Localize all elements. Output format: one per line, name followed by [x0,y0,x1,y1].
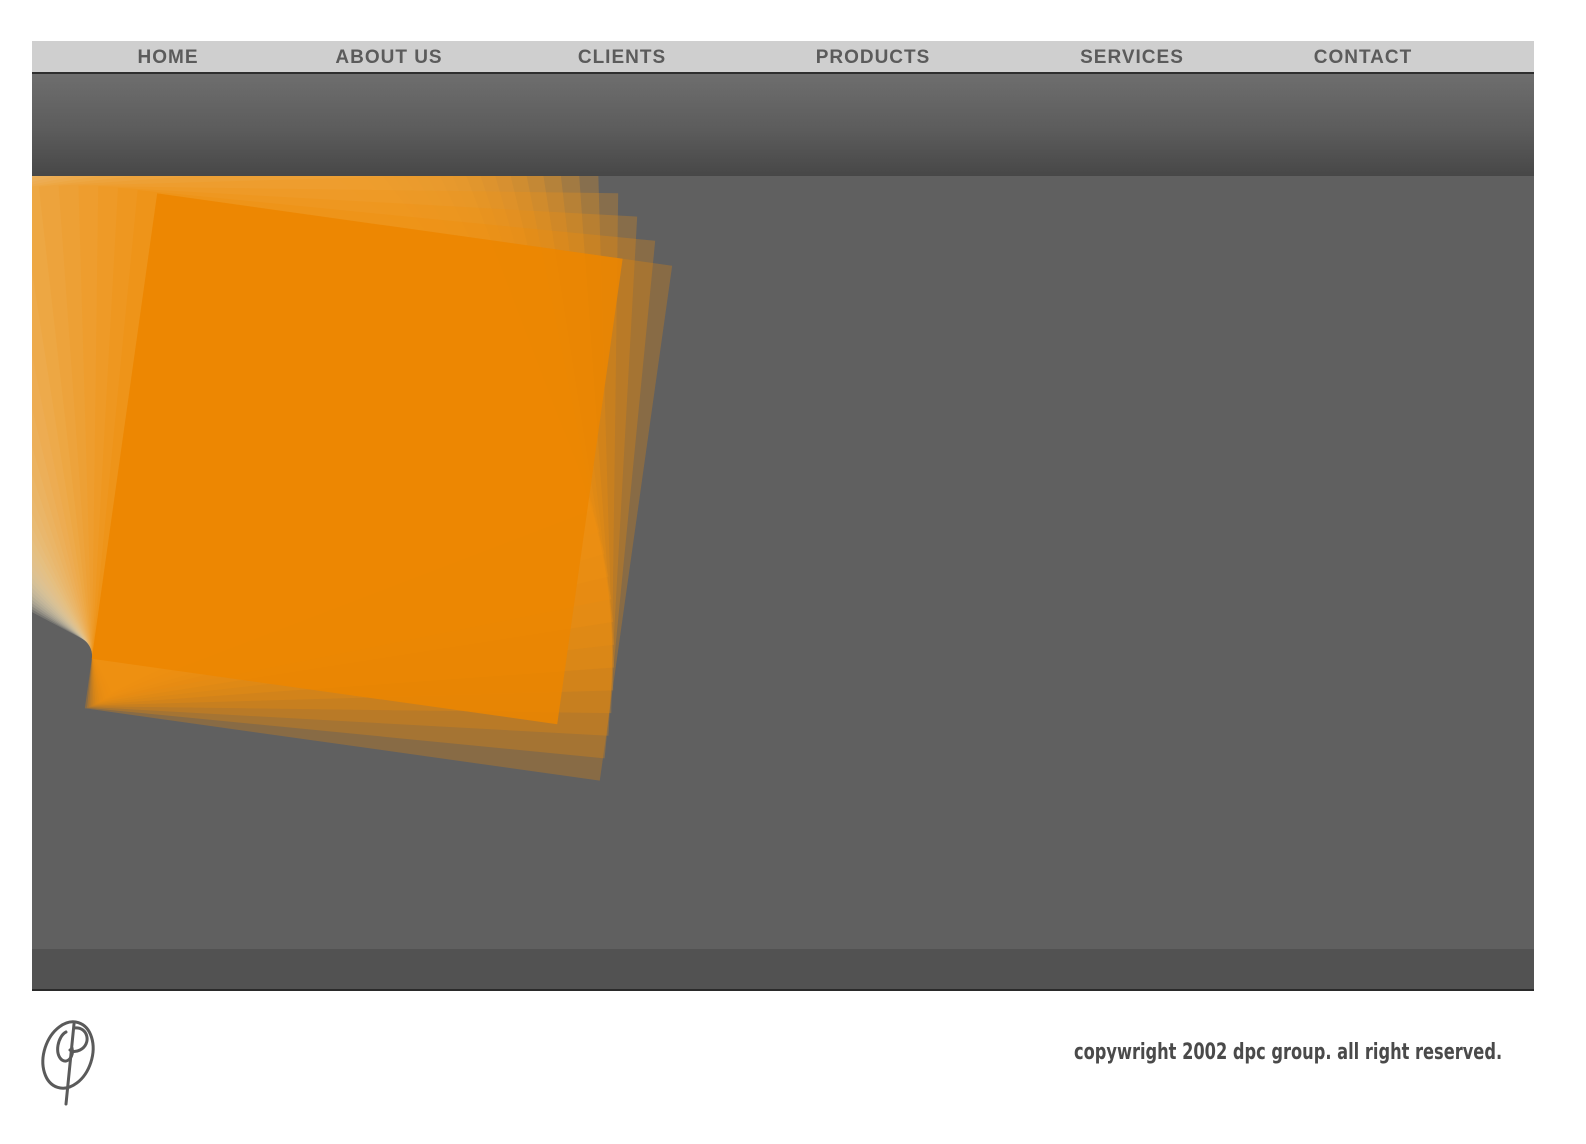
swirl-core [91,193,623,725]
page: HOME ABOUT US CLIENTS PRODUCTS SERVICES … [0,0,1586,1144]
nav-about-us-link[interactable]: ABOUT US [335,41,442,72]
copyright-notice: copywright 2002 dpc group. all right res… [1073,1040,1502,1065]
nav-services-link[interactable]: SERVICES [1080,41,1184,72]
header-banner [32,74,1534,176]
main-nav: HOME ABOUT US CLIENTS PRODUCTS SERVICES … [32,41,1534,74]
nav-clients-link[interactable]: CLIENTS [578,41,666,72]
footer-banner [32,949,1534,991]
dpc-logo-icon [41,1020,95,1106]
hero-stage [32,176,1534,949]
nav-contact-link[interactable]: CONTACT [1314,41,1412,72]
orange-swirl-graphic [32,176,673,781]
nav-products-link[interactable]: PRODUCTS [816,41,931,72]
nav-home-link[interactable]: HOME [138,41,199,72]
